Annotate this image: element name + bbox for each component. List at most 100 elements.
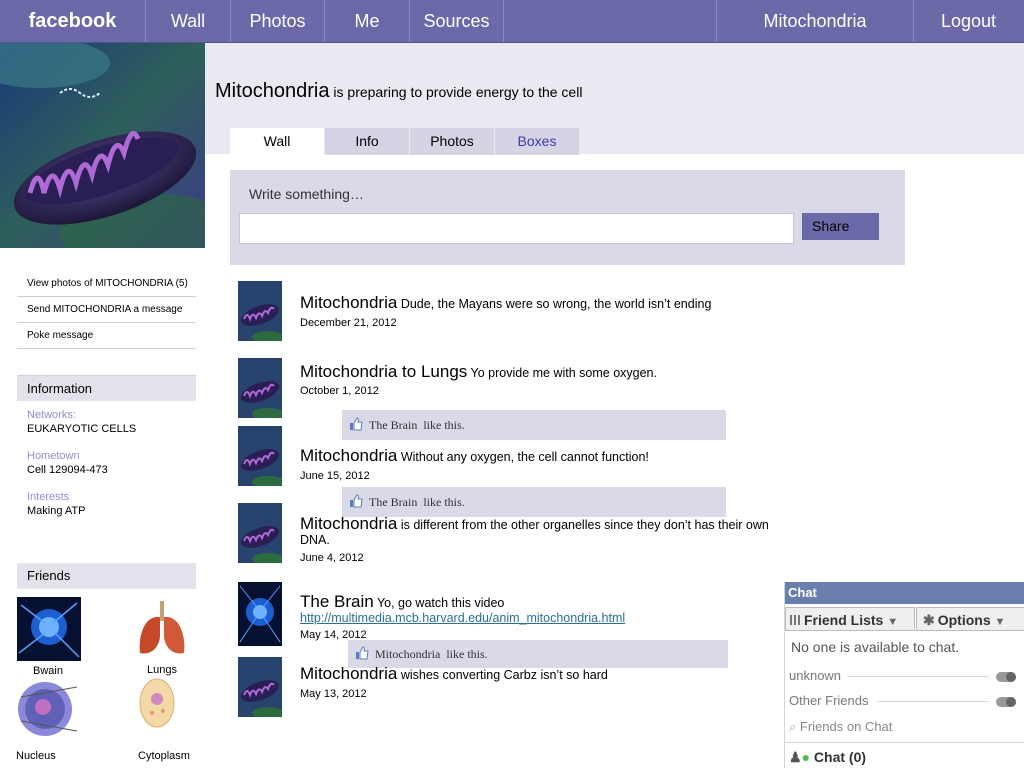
profile-name[interactable]: Mitochondria	[215, 80, 330, 102]
like-name[interactable]: Mitochondria	[375, 647, 440, 661]
post-message: Without any oxygen, the cell cannot func…	[400, 450, 649, 464]
info-hometown-value: Cell 129094-473	[27, 464, 108, 476]
post-avatar[interactable]	[238, 582, 282, 646]
poke-link[interactable]: Poke message	[17, 323, 196, 349]
post-author[interactable]: Mitochondria	[300, 514, 397, 533]
status-text: is preparing to provide energy to the ce…	[333, 84, 583, 100]
facebook-logo[interactable]: facebook	[0, 0, 146, 42]
thumbs-up-icon[interactable]	[355, 646, 369, 660]
gear-icon: ✱	[923, 612, 935, 628]
like-name[interactable]: The Brain	[369, 418, 417, 432]
nav-me[interactable]: Me	[325, 0, 410, 42]
post-author[interactable]: Mitochondria	[300, 446, 397, 465]
group-toggle[interactable]	[996, 672, 1016, 682]
nav-photos[interactable]: Photos	[231, 0, 325, 42]
chat-group-other-friends[interactable]: Other Friends	[789, 693, 868, 708]
post-body: Mitochondria Without any oxygen, the cel…	[300, 446, 790, 465]
post-avatar[interactable]	[238, 358, 282, 418]
top-nav-bar: facebook Wall Photos Me Sources Mitochon…	[0, 0, 1024, 43]
tab-boxes[interactable]: Boxes	[495, 128, 579, 155]
post-body: Mitochondria Dude, the Mayans were so wr…	[300, 293, 790, 312]
share-button[interactable]: Share	[802, 213, 879, 240]
options-label: Options	[937, 612, 991, 628]
post-avatar[interactable]	[238, 503, 282, 563]
friend-lists-button[interactable]: Friend Lists ▼	[785, 607, 915, 631]
like-suffix: like this.	[446, 647, 488, 661]
like-name[interactable]: The Brain	[369, 495, 417, 509]
chat-empty-message: No one is available to chat.	[791, 639, 960, 655]
info-interests-label: Interests	[27, 491, 70, 503]
profile-picture[interactable]	[0, 43, 205, 248]
list-grid-icon	[790, 615, 800, 625]
post-video-link[interactable]: http://multimedia.mcb.harvard.edu/anim_m…	[300, 611, 625, 625]
post-author[interactable]: Mitochondria	[300, 293, 397, 312]
post-body: Mitochondria to Lungs Yo provide me with…	[300, 362, 790, 381]
tab-wall[interactable]: Wall	[230, 128, 324, 155]
group-toggle[interactable]	[996, 697, 1016, 707]
dropdown-arrow-icon: ▼	[887, 616, 899, 628]
post-body: The Brain Yo, go watch this video http://…	[300, 592, 790, 626]
post-avatar[interactable]	[238, 281, 282, 341]
friend-lists-label: Friend Lists	[804, 612, 884, 628]
post-author[interactable]: The Brain	[300, 592, 374, 611]
thumbs-up-icon[interactable]	[349, 417, 363, 431]
profile-status: Mitochondria is preparing to provide ene…	[215, 80, 582, 103]
online-dot-icon: ●	[801, 749, 811, 765]
post-message: wishes converting Carbz isn’t so hard	[400, 668, 608, 682]
friend-nucleus-name[interactable]: Nucleus	[16, 750, 56, 762]
chat-footer[interactable]: ♟● Chat (0)	[789, 749, 866, 766]
nav-profile-link[interactable]: Mitochondria	[716, 0, 914, 42]
post-date: June 15, 2012	[300, 470, 370, 482]
chat-header[interactable]: Chat	[785, 582, 1024, 604]
info-hometown-label: Hometown	[27, 450, 80, 462]
post-date: June 4, 2012	[300, 552, 364, 564]
info-interests-value: Making ATP	[27, 505, 86, 517]
post-avatar[interactable]	[238, 657, 282, 717]
composer-prompt: Write something…	[249, 186, 364, 202]
nav-sources[interactable]: Sources	[410, 0, 504, 42]
post-date: May 13, 2012	[300, 688, 367, 700]
divider	[877, 701, 989, 702]
divider	[785, 742, 1024, 743]
post-avatar[interactable]	[238, 426, 282, 486]
chat-search-input[interactable]: ⌕ Friends on Chat	[789, 719, 892, 735]
friend-lungs-photo[interactable]	[130, 597, 194, 661]
chat-search-placeholder: Friends on Chat	[799, 719, 893, 734]
nav-wall[interactable]: Wall	[146, 0, 231, 42]
post-message: Yo provide me with some oxygen.	[470, 366, 657, 380]
friend-cytoplasm-name[interactable]: Cytoplasm	[138, 750, 190, 762]
dropdown-arrow-icon: ▼	[994, 616, 1006, 628]
tab-info[interactable]: Info	[325, 128, 409, 155]
post-date: December 21, 2012	[300, 317, 397, 329]
tab-photos[interactable]: Photos	[410, 128, 494, 155]
send-message-link[interactable]: Send MITOCHONDRIA a message	[17, 297, 196, 323]
friend-bwain-name[interactable]: Bwain	[33, 665, 63, 677]
wall-composer: Write something… Share	[230, 170, 905, 265]
info-networks-label: Networks:	[27, 409, 76, 421]
friend-nucleus-photo[interactable]	[17, 677, 81, 741]
friends-header: Friends	[17, 563, 196, 589]
chat-panel: Chat Friend Lists ▼ ✱ Options ▼ No one is…	[784, 582, 1024, 768]
post-date: October 1, 2012	[300, 385, 379, 397]
post-message: Dude, the Mayans were so wrong, the worl…	[400, 297, 712, 311]
chat-group-unknown[interactable]: unknown	[789, 668, 841, 683]
options-button[interactable]: ✱ Options ▼	[916, 607, 1024, 631]
like-suffix: like this.	[423, 418, 465, 432]
post-body: Mitochondria is different from the other…	[300, 514, 790, 548]
post-author[interactable]: Mitochondria	[300, 664, 397, 683]
view-photos-link[interactable]: View photos of MITOCHONDRIA (5)	[17, 271, 196, 297]
logout-button[interactable]: Logout	[913, 0, 1024, 42]
post-message: Yo, go watch this video	[376, 596, 505, 610]
like-bar: The Brain like this.	[342, 410, 726, 440]
friend-lungs-name[interactable]: Lungs	[147, 664, 177, 676]
friend-bwain-photo[interactable]	[17, 597, 81, 661]
thumbs-up-icon[interactable]	[349, 494, 363, 508]
like-bar: Mitochondria like this.	[348, 640, 728, 668]
post-body: Mitochondria wishes converting Carbz isn…	[300, 664, 790, 683]
like-suffix: like this.	[423, 495, 465, 509]
info-networks-value: EUKARYOTIC CELLS	[27, 423, 137, 435]
composer-input[interactable]	[239, 213, 794, 244]
information-header: Information	[17, 375, 196, 401]
friend-cytoplasm-photo[interactable]	[130, 677, 194, 741]
post-author[interactable]: Mitochondria to Lungs	[300, 362, 467, 381]
